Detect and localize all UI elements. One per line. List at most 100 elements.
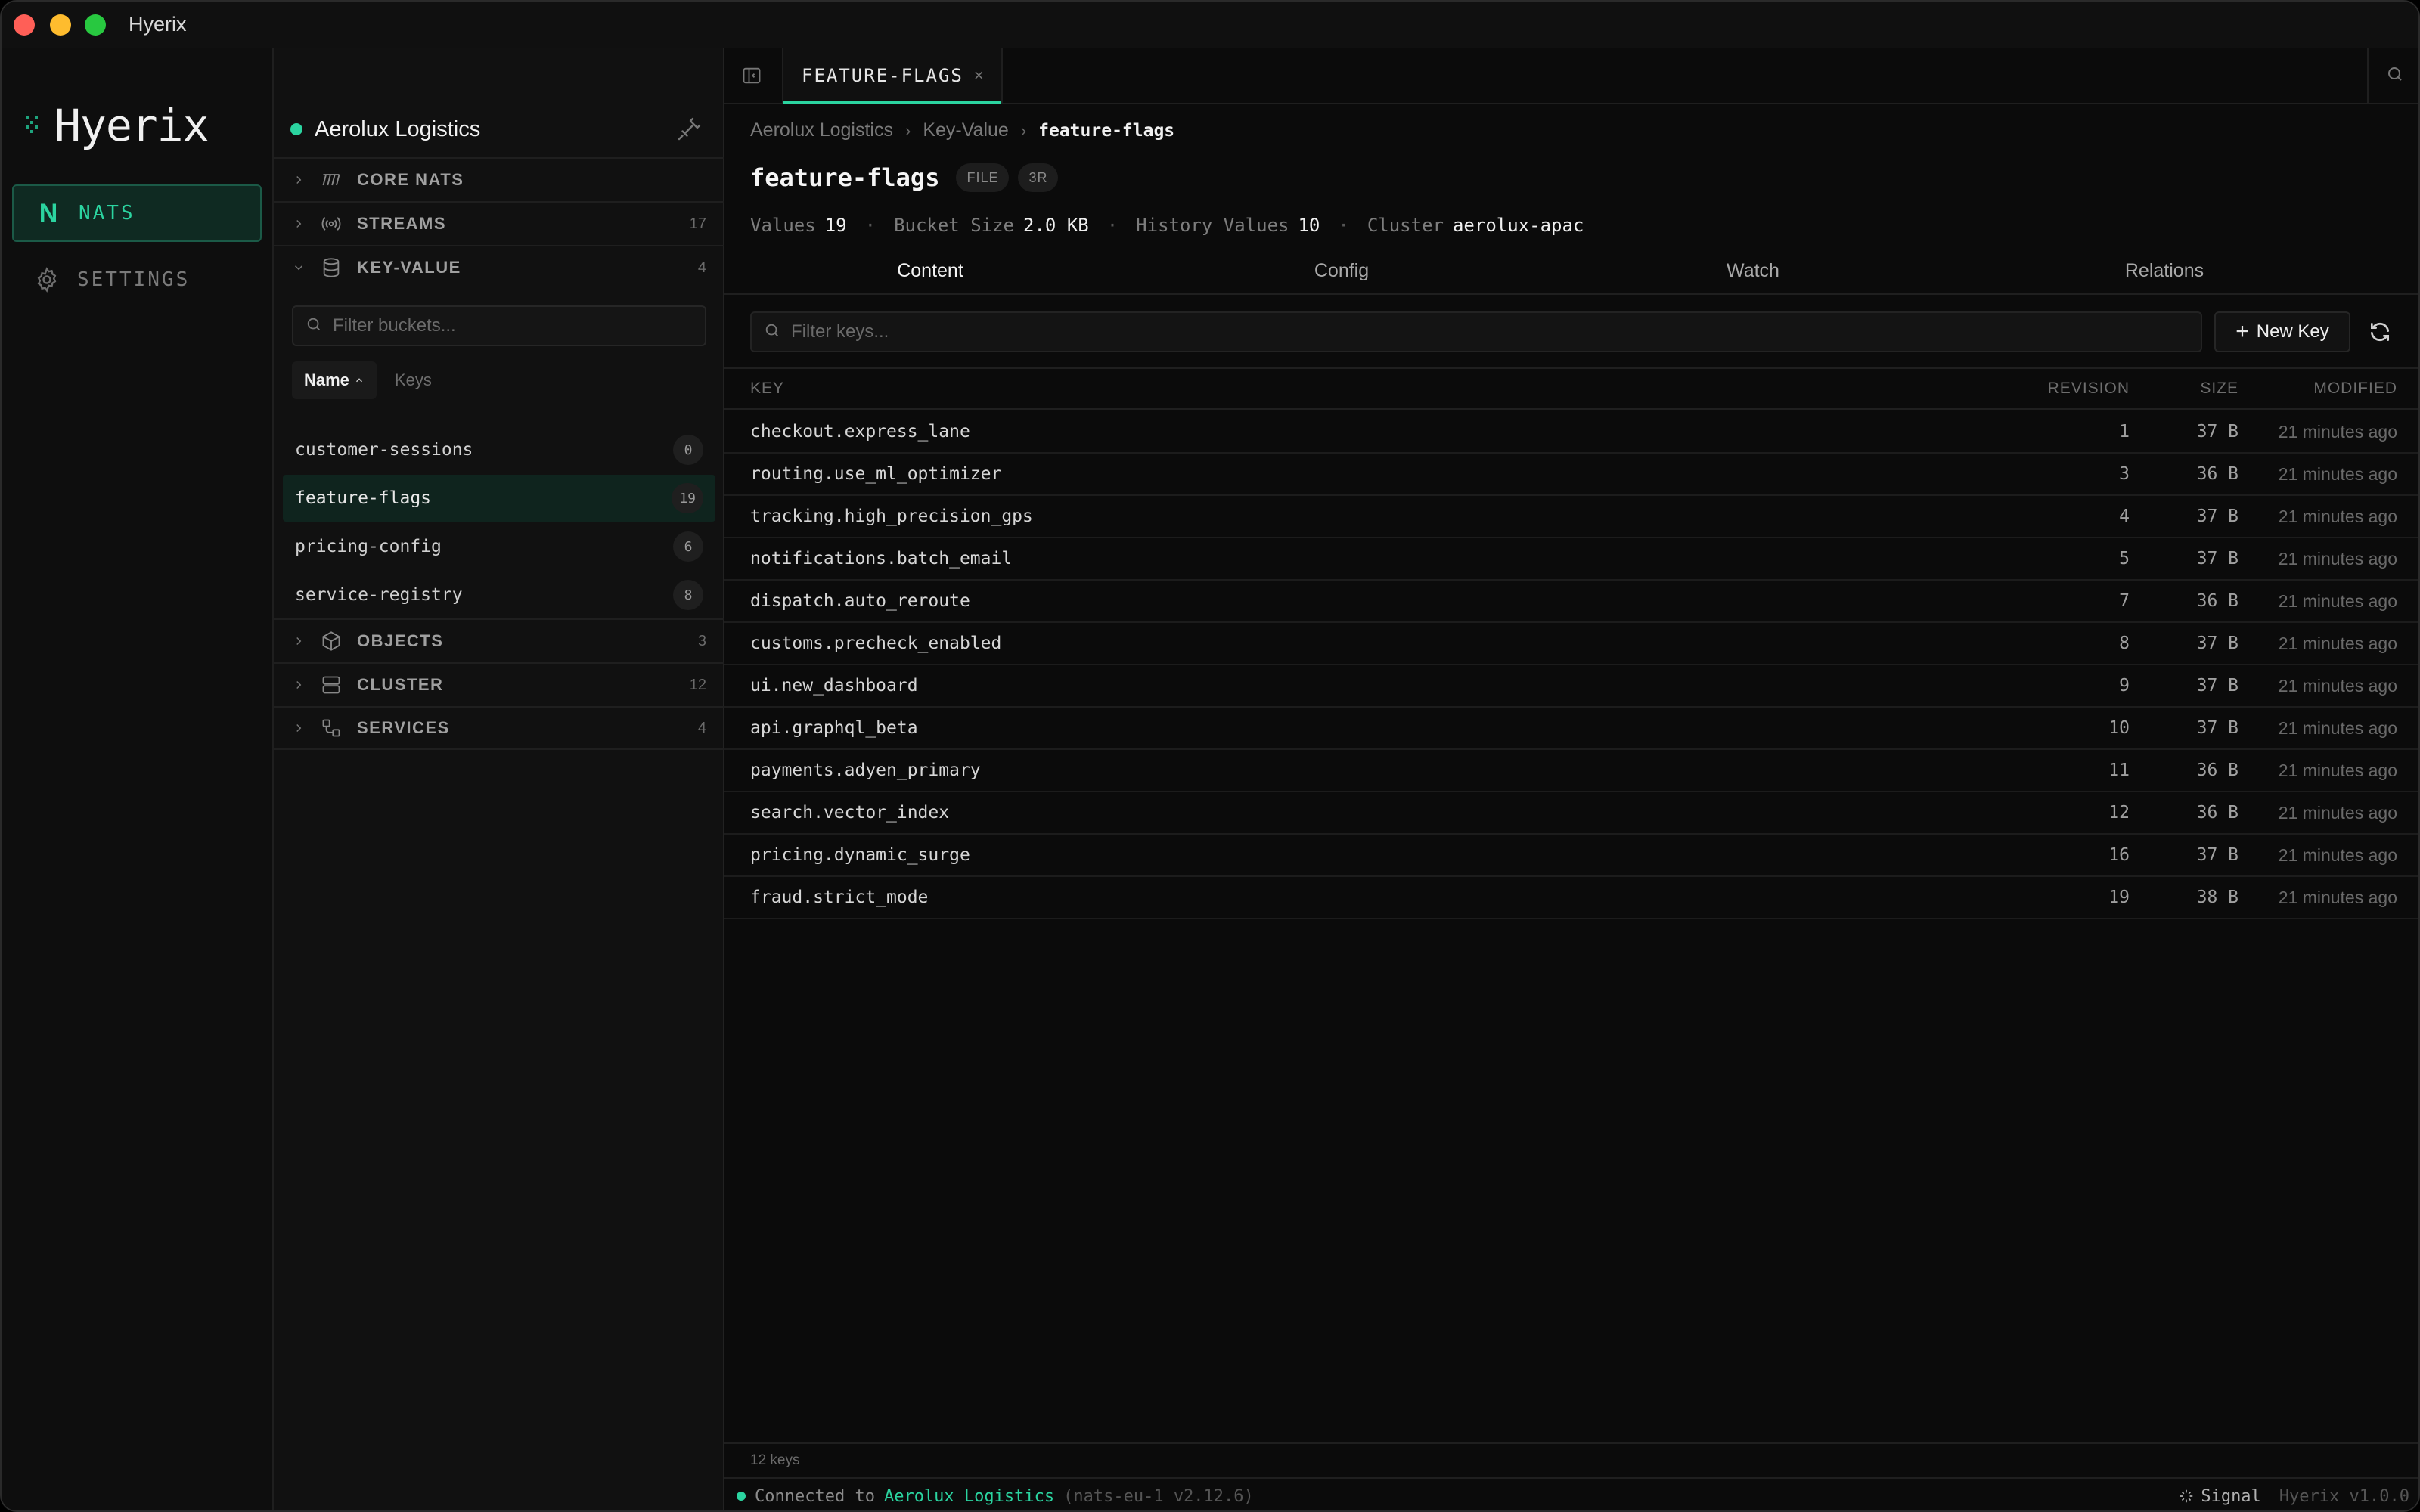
rail-item-settings[interactable]: SETTINGS (12, 251, 262, 308)
global-search-button[interactable] (2367, 48, 2418, 103)
sort-by-keys-button[interactable]: Keys (383, 361, 444, 399)
new-key-button[interactable]: + New Key (2214, 311, 2350, 352)
rail-item-label: SETTINGS (77, 268, 191, 291)
logo-mark-icon (24, 110, 51, 141)
cell-modified: 21 minutes ago (2278, 633, 2397, 653)
key-filter-input[interactable] (791, 321, 2152, 342)
cell-revision: 8 (2119, 634, 2130, 653)
tab-label: FEATURE-FLAGS (802, 65, 963, 86)
table-row[interactable]: ui.new_dashboard 9 37 B 21 minutes ago (724, 665, 2418, 708)
table-row[interactable]: routing.use_ml_optimizer 3 36 B 21 minutes … (724, 454, 2418, 496)
main-panel: FEATURE-FLAGS × Aerolux Logistics › Key-… (724, 48, 2418, 1510)
bucket-item[interactable]: customer-sessions 0 (283, 426, 715, 473)
cell-modified: 21 minutes ago (2278, 421, 2397, 442)
bucket-item[interactable]: pricing-config 6 (283, 523, 715, 570)
separator: · (864, 215, 876, 236)
table-row[interactable]: api.graphql_beta 10 37 B 21 minutes ago (724, 708, 2418, 750)
cell-size: 37 B (2196, 845, 2238, 865)
cube-icon (319, 629, 343, 653)
close-icon[interactable]: × (974, 66, 984, 85)
chevron-right-icon (292, 677, 307, 692)
section-streams[interactable]: STREAMS 17 (274, 201, 724, 245)
bucket-item[interactable]: service-registry 8 (283, 572, 715, 618)
table-row[interactable]: payments.adyen_primary 11 36 B 21 minutes a… (724, 750, 2418, 792)
cell-key: search.vector_index (750, 803, 950, 823)
bucket-item-selected[interactable]: feature-flags 19 (283, 475, 715, 522)
chevron-down-icon (292, 260, 307, 275)
status-server: (nats-eu-1 v2.12.6) (1063, 1486, 1254, 1506)
title-bar: Hyerix (2, 2, 2418, 48)
tab-relations[interactable]: Relations (1959, 248, 2370, 293)
tab-bar: FEATURE-FLAGS × (724, 48, 2418, 104)
breadcrumb-connection[interactable]: Aerolux Logistics (750, 119, 893, 141)
cell-revision: 12 (2108, 803, 2130, 823)
column-header-modified[interactable]: MODIFIED (2313, 369, 2397, 408)
section-count: 3 (697, 632, 706, 649)
stat-label: History Values (1136, 215, 1289, 236)
signal-button[interactable]: Signal (2178, 1487, 2261, 1506)
table-row[interactable]: checkout.express_lane 1 37 B 21 minutes ago (724, 411, 2418, 454)
connection-status-dot (290, 123, 302, 135)
table-row[interactable]: tracking.high_precision_gps 4 37 B 21 minut… (724, 496, 2418, 538)
rail-item-nats[interactable]: N NATS (12, 184, 262, 242)
table-row[interactable]: dispatch.auto_reroute 7 36 B 21 minutes ago (724, 581, 2418, 623)
sort-by-name-button[interactable]: Name (292, 361, 377, 399)
table-row[interactable]: pricing.dynamic_surge 16 37 B 21 minutes ag… (724, 835, 2418, 877)
connection-header: Aerolux Logistics (274, 103, 724, 156)
cell-size: 36 B (2196, 803, 2238, 823)
tab-feature-flags[interactable]: FEATURE-FLAGS × (782, 48, 1003, 104)
cell-key: customs.precheck_enabled (750, 634, 1002, 653)
close-window-button[interactable] (14, 14, 35, 36)
section-services[interactable]: SERVICES 4 (274, 706, 724, 750)
column-header-key[interactable]: KEY (750, 369, 784, 408)
tab-config[interactable]: Config (1136, 248, 1547, 293)
logo-text: Hyerix (54, 100, 209, 151)
breadcrumb-section[interactable]: Key-Value (923, 119, 1009, 141)
bucket-count-badge: 0 (673, 435, 703, 465)
sparkle-icon (2178, 1488, 2195, 1504)
sort-name-label: Name (304, 370, 349, 389)
column-header-size[interactable]: SIZE (2200, 369, 2238, 408)
cell-key: checkout.express_lane (750, 422, 970, 442)
bucket-filter[interactable] (292, 305, 706, 346)
tab-content[interactable]: Content (724, 248, 1136, 293)
cell-key: fraud.strict_mode (750, 888, 929, 907)
stat-value: 19 (824, 215, 847, 236)
section-key-value[interactable]: KEY-VALUE 4 (274, 245, 724, 289)
bucket-count-badge: 6 (673, 531, 703, 562)
cell-modified: 21 minutes ago (2278, 506, 2397, 526)
key-filter[interactable] (750, 311, 2202, 352)
table-row[interactable]: customs.precheck_enabled 8 37 B 21 minutes … (724, 623, 2418, 665)
rail-item-label: NATS (79, 202, 135, 225)
plug-icon[interactable] (675, 116, 702, 144)
chevron-right-icon: › (904, 120, 911, 140)
chevron-right-icon (292, 216, 307, 231)
status-connection-name[interactable]: Aerolux Logistics (884, 1487, 1054, 1506)
bucket-count-badge: 19 (672, 483, 703, 513)
column-header-revision[interactable]: REVISION (2048, 369, 2130, 408)
section-label: CORE NATS (357, 170, 464, 189)
section-core-nats[interactable]: CORE NATS (274, 157, 724, 201)
stat-value: 2.0 KB (1023, 215, 1089, 236)
zoom-window-button[interactable] (85, 14, 106, 36)
table-row[interactable]: notifications.batch_email 5 37 B 21 minutes… (724, 538, 2418, 581)
sidebar-toggle-icon[interactable] (741, 65, 765, 89)
table-row[interactable]: fraud.strict_mode 19 38 B 21 minutes ago (724, 877, 2418, 919)
streams-icon (319, 212, 343, 236)
section-count: 17 (689, 215, 706, 232)
tab-watch[interactable]: Watch (1547, 248, 1959, 293)
cell-modified: 21 minutes ago (2278, 675, 2397, 696)
core-nats-icon (319, 168, 343, 192)
section-cluster[interactable]: CLUSTER 12 (274, 662, 724, 706)
cell-size: 36 B (2196, 761, 2238, 780)
section-label: KEY-VALUE (357, 258, 461, 277)
bucket-filter-input[interactable] (333, 315, 696, 336)
refresh-icon[interactable] (2364, 316, 2396, 348)
cell-revision: 4 (2119, 507, 2130, 526)
minimize-window-button[interactable] (50, 14, 71, 36)
section-objects[interactable]: OBJECTS 3 (274, 618, 724, 662)
table-row[interactable]: search.vector_index 12 36 B 21 minutes ago (724, 792, 2418, 835)
cell-modified: 21 minutes ago (2278, 548, 2397, 569)
section-label: SERVICES (357, 718, 450, 737)
cell-size: 37 B (2196, 718, 2238, 738)
